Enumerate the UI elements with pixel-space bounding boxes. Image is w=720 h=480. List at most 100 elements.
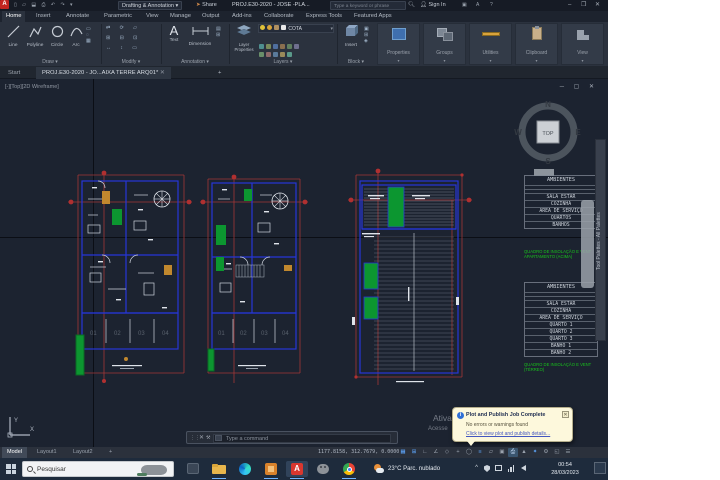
file-tab-close-icon[interactable]: ✕ <box>160 70 165 76</box>
taskbar-app-orange-icon[interactable] <box>260 461 282 477</box>
block-panel-label[interactable]: Block ▾ <box>338 59 374 65</box>
text-tool[interactable]: A Text <box>166 24 182 43</box>
command-line-dock[interactable]: ⋮⋮ ✕ ⚒ Type a command <box>186 431 398 444</box>
clean-screen-icon[interactable]: ☰ <box>563 448 573 457</box>
layer-properties-button[interactable]: Layer Properties <box>232 24 256 52</box>
taskbar-app-gray-icon[interactable] <box>312 461 334 477</box>
panel-properties[interactable]: Properties▾ <box>377 23 420 65</box>
viewcube-top-face[interactable]: TOP <box>542 131 554 137</box>
tab-view[interactable]: View <box>142 11 162 22</box>
tab-output[interactable]: Output <box>198 11 223 22</box>
share-button[interactable]: ➤ Share <box>196 1 217 10</box>
notification-link[interactable]: Click to view plot and publish details..… <box>466 431 550 437</box>
modify-tools-row2[interactable]: ⊞ ⊟ ⊡ <box>106 35 141 41</box>
close-button[interactable]: ✕ <box>595 1 600 10</box>
viewcube[interactable]: TOP N S W E <box>514 97 582 167</box>
tab-parametric[interactable]: Parametric <box>100 11 136 22</box>
taskbar-autocad-icon[interactable]: A <box>286 461 308 477</box>
draw-panel-label[interactable]: Draw ▾ <box>0 59 100 65</box>
draw-extra-tools[interactable]: ▭◌▦ <box>86 26 91 44</box>
tab-express-tools[interactable]: Express Tools <box>302 11 346 22</box>
viewcube-west[interactable]: W <box>514 128 522 137</box>
annotation-extra-tools[interactable]: ▤⊞ <box>216 26 221 38</box>
lineweight-icon[interactable]: ≡ <box>475 448 485 457</box>
polar-tracking-icon[interactable]: ∠ <box>431 448 441 457</box>
help-search-input[interactable]: Type a keyword or phrase <box>330 1 406 10</box>
command-close-icon[interactable]: ✕ <box>199 432 204 445</box>
store-icon[interactable]: ▣ <box>462 1 469 10</box>
quick-access-toolbar[interactable]: ▯ ▱ ⬓ ⎙ ↶ ↷ ▾ <box>14 1 75 10</box>
viewport-window-buttons[interactable]: ─ ▢ ✕ <box>560 83 598 90</box>
viewcube-south[interactable]: S <box>545 157 551 166</box>
tab-home[interactable]: Home <box>2 11 25 22</box>
new-layout-button[interactable]: + <box>104 447 117 458</box>
panel-groups[interactable]: Groups▾ <box>423 23 466 65</box>
search-icon[interactable]: 🔍︎ <box>408 1 415 10</box>
tab-featured-apps[interactable]: Featured Apps <box>350 11 396 22</box>
layout-tab-layout2[interactable]: Layout2 <box>68 447 98 458</box>
security-shield-icon[interactable] <box>484 465 490 472</box>
ortho-mode-icon[interactable]: ∟ <box>420 448 430 457</box>
taskbar-search-box[interactable]: Pesquisar <box>22 461 174 477</box>
taskbar-chrome-icon[interactable] <box>338 461 360 477</box>
isodraft-icon[interactable]: ◇ <box>442 448 452 457</box>
panel-view[interactable]: View▾ <box>561 23 604 65</box>
autocad-logo-icon[interactable]: A <box>0 0 9 9</box>
notification-close-icon[interactable]: ✕ <box>562 411 569 418</box>
object-snap-icon[interactable]: ◯ <box>464 448 474 457</box>
line-tool[interactable]: Line <box>4 25 22 48</box>
transparency-icon[interactable]: ▱ <box>486 448 496 457</box>
tool-palettes-scrollbar[interactable] <box>581 200 594 288</box>
file-tab-start[interactable]: Start <box>2 67 26 79</box>
annotation-panel-label[interactable]: Annotation ▾ <box>162 59 228 65</box>
plot-icon[interactable]: ⎙ <box>508 448 518 457</box>
osnap-tracking-icon[interactable]: + <box>453 448 463 457</box>
taskbar-weather[interactable]: 23°C Parc. nublado <box>388 462 440 476</box>
tool-palettes-titlebar[interactable]: Tool Palettes - All Palettes <box>595 139 606 341</box>
taskbar-app-window-icon[interactable] <box>182 461 204 477</box>
circle-tool[interactable]: Circle <box>48 25 66 48</box>
arc-tool[interactable]: Arc <box>68 25 84 48</box>
command-customize-icon[interactable]: ⚒ <box>206 432 210 445</box>
layout-tab-layout1[interactable]: Layout1 <box>32 447 62 458</box>
dimension-tool[interactable]: Dimension <box>186 24 214 47</box>
taskbar-edge-icon[interactable] <box>234 461 256 477</box>
drawing-canvas[interactable]: [-][Top][2D Wireframe] ─ ▢ ✕ TOP N S W E <box>0 79 608 447</box>
workspace-dropdown[interactable]: Drafting & Annotation ▾ <box>118 1 182 10</box>
tray-app-icon[interactable] <box>495 465 502 471</box>
tab-insert[interactable]: Insert <box>32 11 55 22</box>
layout-tab-model[interactable]: Model <box>2 447 27 458</box>
restore-button[interactable]: ❐ <box>581 1 586 10</box>
network-icon[interactable] <box>508 465 515 472</box>
annotation-scale-icon[interactable]: ▲ <box>519 448 529 457</box>
snap-mode-icon[interactable]: ▦ <box>398 448 408 457</box>
viewcube-east[interactable]: E <box>575 128 581 137</box>
grid-display-icon[interactable]: ⊞ <box>409 448 419 457</box>
show-desktop-icon[interactable] <box>594 462 606 474</box>
viewcube-north[interactable]: N <box>545 100 551 109</box>
panel-utilities[interactable]: Utilities▾ <box>469 23 512 65</box>
panel-clipboard[interactable]: Clipboard▾ <box>515 23 558 65</box>
command-input[interactable]: Type a command <box>213 434 391 443</box>
annotation-visibility-icon[interactable]: ✦ <box>530 448 540 457</box>
autodesk-icon[interactable]: A <box>476 1 481 10</box>
sign-in-button[interactable]: 👤︎ Sign In <box>420 1 446 10</box>
start-button[interactable] <box>6 464 16 474</box>
new-tab-button[interactable]: + <box>212 67 227 79</box>
polyline-tool[interactable]: Polyline <box>24 25 46 48</box>
isolate-objects-icon[interactable]: ◱ <box>552 448 562 457</box>
modify-tools-row3[interactable]: ↔ ↕ ▭ <box>106 45 141 51</box>
modify-panel-label[interactable]: Modify ▾ <box>102 59 160 65</box>
taskbar-clock[interactable]: 00:54 28/03/2023 <box>544 461 586 477</box>
volume-icon[interactable] <box>521 465 526 471</box>
file-tab-document[interactable]: PROJ.E30-2020 - JO...AIXA TERRE ARQ01* ✕ <box>36 67 171 79</box>
hidden-icons-chevron[interactable]: ^ <box>475 465 478 471</box>
layers-panel-label[interactable]: Layers ▾ <box>230 59 336 65</box>
tab-annotate[interactable]: Annotate <box>62 11 93 22</box>
command-prompt-icon[interactable] <box>215 435 222 441</box>
taskbar-file-explorer-icon[interactable] <box>208 461 230 477</box>
help-icon[interactable]: ? <box>490 1 495 10</box>
tab-addins[interactable]: Add-ins <box>228 11 256 22</box>
selection-cycling-icon[interactable]: ▣ <box>497 448 507 457</box>
layer-dropdown[interactable]: COTA ▾ <box>258 24 334 33</box>
